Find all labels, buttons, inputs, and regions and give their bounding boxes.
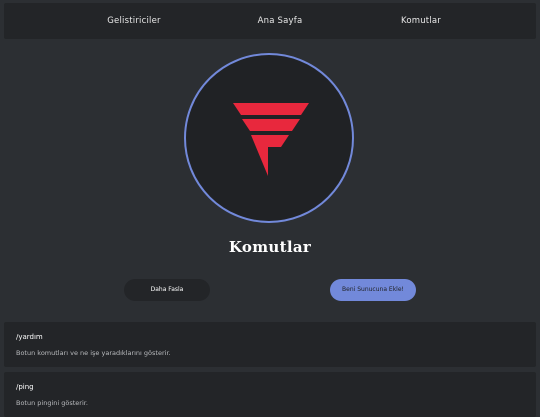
add-to-server-button[interactable]: Beni Sunucuna Ekle! — [330, 279, 416, 301]
command-description: Botun komutları ve ne işe yaradıklarını … — [16, 349, 171, 357]
command-name: /ping — [16, 383, 34, 391]
command-description: Botun pingini gösterir. — [16, 399, 88, 407]
nav-home-link[interactable]: Ana Sayfa — [230, 3, 330, 39]
command-name: /yardım — [16, 333, 43, 341]
red-f-logo-icon — [233, 103, 309, 176]
more-button[interactable]: Daha Fasla — [124, 279, 210, 301]
nav-developers-link[interactable]: Gelistiriciler — [84, 3, 184, 39]
nav-commands-link[interactable]: Komutlar — [371, 3, 471, 39]
command-card: /ping Botun pingini gösterir. — [4, 372, 536, 417]
page-title: Komutlar — [228, 238, 312, 256]
bot-logo — [184, 53, 354, 223]
navbar: Gelistiriciler Ana Sayfa Komutlar — [4, 3, 536, 39]
command-card: /yardım Botun komutları ve ne işe yaradı… — [4, 322, 536, 367]
